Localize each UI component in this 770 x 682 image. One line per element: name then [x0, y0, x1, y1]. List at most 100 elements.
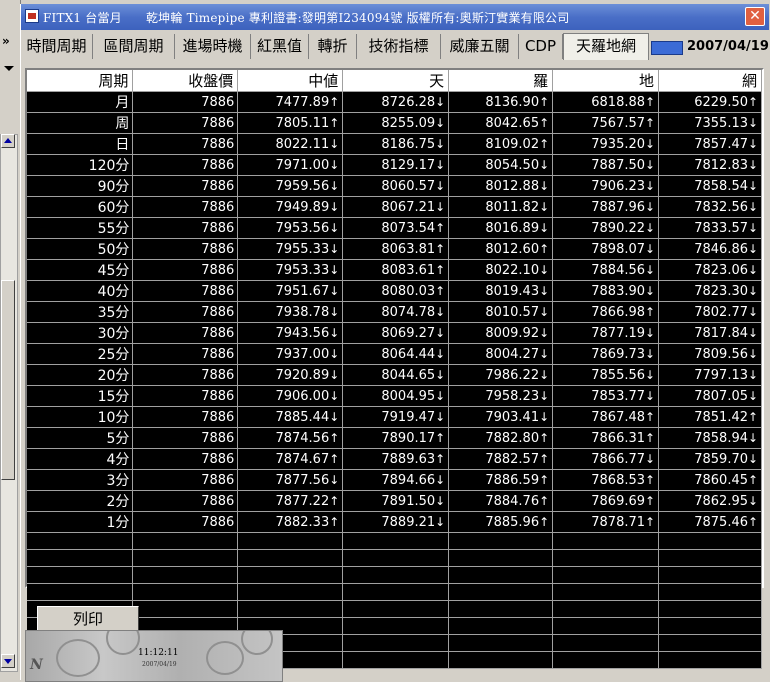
table-row[interactable]: 40分 7886 7951.67↓ 8080.03↑ 8019.43↓ 7883.90↓ 7… [27, 280, 762, 302]
column-header[interactable]: 天 [342, 70, 450, 92]
value-cell: 7884.56↓ [552, 259, 660, 281]
table-row[interactable]: 45分 7886 7953.33↓ 8083.61↑ 8022.10↓ 7884.56↓ 7… [27, 259, 762, 281]
print-button[interactable]: 列印 [37, 606, 139, 631]
value-text: 7903.41 [485, 409, 540, 425]
tab-2[interactable]: 進場時機 [175, 34, 251, 59]
table-row[interactable]: 50分 7886 7955.33↓ 8063.81↑ 8012.60↑ 7898.07↓ 7… [27, 238, 762, 260]
trend-arrow-icon: ↓ [748, 136, 759, 151]
tab-7[interactable]: CDP [519, 34, 563, 59]
table-row[interactable]: 4分 7886 7874.67↑ 7889.63↑ 7882.57↑ 7866.77↓ 78… [27, 448, 762, 470]
title-bar[interactable]: FITX1 台當月 乾坤輪 Timepipe 專利證書:發明第I234094號 … [21, 4, 769, 30]
empty-cell [237, 532, 344, 550]
empty-cell [448, 651, 554, 669]
tab-5[interactable]: 技術指標 [357, 34, 441, 59]
table-row[interactable]: 周 7886 7805.11↑ 8255.09↓ 8042.65↑ 7567.57↑ 735… [27, 112, 762, 134]
dropdown-arrow-icon[interactable] [4, 66, 14, 71]
table-row[interactable]: 20分 7886 7920.89↓ 8044.65↓ 7986.22↓ 7855.56↓ 7… [27, 364, 762, 386]
trend-arrow-icon: ↑ [645, 94, 656, 109]
trend-arrow-icon: ↓ [748, 346, 759, 361]
value-cell: 8109.02↑ [448, 133, 554, 155]
period-cell: 25分 [27, 343, 134, 365]
value-text: 7943.56 [275, 325, 330, 341]
period-cell: 60分 [27, 196, 134, 218]
empty-cell [552, 651, 660, 669]
value-cell: 7971.00↓ [237, 154, 344, 176]
value-text: 7884.76 [485, 493, 540, 509]
value-text: 7894.66 [381, 472, 436, 488]
value-cell: 7878.71↑ [552, 511, 660, 533]
table-row[interactable]: 5分 7886 7874.56↑ 7890.17↑ 7882.80↑ 7866.31↑ 78… [27, 427, 762, 449]
value-cell: 7890.22↓ [552, 217, 660, 239]
scroll-down-button[interactable] [1, 654, 15, 668]
column-header[interactable]: 收盤價 [132, 70, 239, 92]
close-price-cell: 7886 [132, 364, 239, 386]
table-row[interactable]: 2分 7886 7877.22↑ 7891.50↓ 7884.76↑ 7869.69↑ 78… [27, 490, 762, 512]
table-row[interactable]: 日 7886 8022.11↓ 8186.75↓ 8109.02↑ 7935.20↓ 785… [27, 133, 762, 155]
table-row[interactable]: 55分 7886 7953.56↓ 8073.54↑ 8016.89↓ 7890.22↓ 7… [27, 217, 762, 239]
value-text: 7889.63 [381, 451, 436, 467]
table-row[interactable]: 10分 7886 7885.44↓ 7919.47↓ 7903.41↓ 7867.48↑ 7… [27, 406, 762, 428]
tab-0[interactable]: 時間周期 [21, 34, 93, 59]
scrollbar-thumb[interactable] [1, 280, 15, 480]
value-text: 7951.67 [275, 283, 330, 299]
trend-arrow-icon: ↓ [645, 136, 656, 151]
scroll-up-button[interactable] [1, 134, 15, 148]
value-cell: 7955.33↓ [237, 238, 344, 260]
column-header[interactable]: 地 [552, 70, 660, 92]
value-cell: 7477.89↑ [237, 91, 344, 113]
table-row[interactable]: 3分 7886 7877.56↓ 7894.66↓ 7886.59↑ 7868.53↑ 78… [27, 469, 762, 491]
tab-4[interactable]: 轉折 [309, 34, 357, 59]
value-text: 7878.71 [591, 514, 646, 530]
column-header[interactable]: 羅 [448, 70, 554, 92]
value-cell: 7885.96↑ [448, 511, 554, 533]
trend-arrow-icon: ↓ [645, 283, 656, 298]
value-text: 7920.89 [275, 367, 330, 383]
value-cell: 8022.10↓ [448, 259, 554, 281]
trend-arrow-icon: ↓ [329, 241, 340, 256]
value-cell: 7817.84↓ [658, 322, 762, 344]
value-text: 8022.11 [275, 136, 330, 152]
decor-swirl [206, 641, 244, 675]
table-row[interactable]: 1分 7886 7882.33↑ 7889.21↓ 7885.96↑ 7878.71↑ 78… [27, 511, 762, 533]
value-cell: 7887.50↓ [552, 154, 660, 176]
table-row[interactable]: 60分 7886 7949.89↓ 8067.21↓ 8011.82↓ 7887.96↓ 7… [27, 196, 762, 218]
trend-arrow-icon: ↑ [329, 115, 340, 130]
table-row[interactable]: 月 7886 7477.89↑ 8726.28↓ 8136.90↑ 6818.88↑ 622… [27, 91, 762, 113]
value-text: 8044.65 [381, 367, 436, 383]
value-text: 8129.17 [381, 157, 436, 173]
table-row[interactable]: 30分 7886 7943.56↓ 8069.27↓ 8009.92↓ 7877.19↓ 7… [27, 322, 762, 344]
value-text: 8083.61 [381, 262, 436, 278]
empty-cell [237, 549, 344, 567]
value-text: 7867.48 [591, 409, 646, 425]
empty-cell [552, 583, 660, 601]
value-text: 7877.22 [275, 493, 330, 509]
table-row[interactable]: 15分 7886 7906.00↓ 8004.95↓ 7958.23↓ 7853.77↓ 7… [27, 385, 762, 407]
tab-1[interactable]: 區間周期 [93, 34, 175, 59]
value-text: 7809.56 [694, 346, 748, 362]
period-cell: 35分 [27, 301, 134, 323]
table-row[interactable]: 25分 7886 7937.00↓ 8064.44↓ 8004.27↓ 7869.73↓ 7… [27, 343, 762, 365]
table-row[interactable]: 35分 7886 7938.78↓ 8074.78↓ 8010.57↓ 7866.98↑ 7… [27, 301, 762, 323]
value-text: 8080.03 [381, 283, 436, 299]
column-header[interactable]: 中値 [237, 70, 344, 92]
value-text: 8067.21 [381, 199, 436, 215]
value-cell: 7853.77↓ [552, 385, 660, 407]
tab-3[interactable]: 紅黑值 [251, 34, 309, 59]
expand-chevron-icon[interactable]: » [2, 34, 10, 48]
column-header[interactable]: 網 [658, 70, 762, 92]
value-cell: 7886.59↑ [448, 469, 554, 491]
close-price-cell: 7886 [132, 91, 239, 113]
value-cell: 7869.73↓ [552, 343, 660, 365]
close-button[interactable]: ✕ [745, 7, 765, 26]
value-cell: 8004.27↓ [448, 343, 554, 365]
column-header[interactable]: 周期 [27, 70, 134, 92]
table-row[interactable]: 120分 7886 7971.00↓ 8129.17↓ 8054.50↓ 7887.50↓… [27, 154, 762, 176]
value-cell: 7860.45↑ [658, 469, 762, 491]
close-price-cell: 7886 [132, 133, 239, 155]
trend-arrow-icon: ↑ [645, 304, 656, 319]
value-text: 8073.54 [381, 220, 436, 236]
tab-8[interactable]: 天羅地網 [563, 33, 649, 60]
tab-6[interactable]: 威廉五關 [441, 34, 519, 59]
table-row[interactable]: 90分 7886 7959.56↓ 8060.57↓ 8012.88↓ 7906.23↓ 7… [27, 175, 762, 197]
empty-cell [342, 549, 450, 567]
